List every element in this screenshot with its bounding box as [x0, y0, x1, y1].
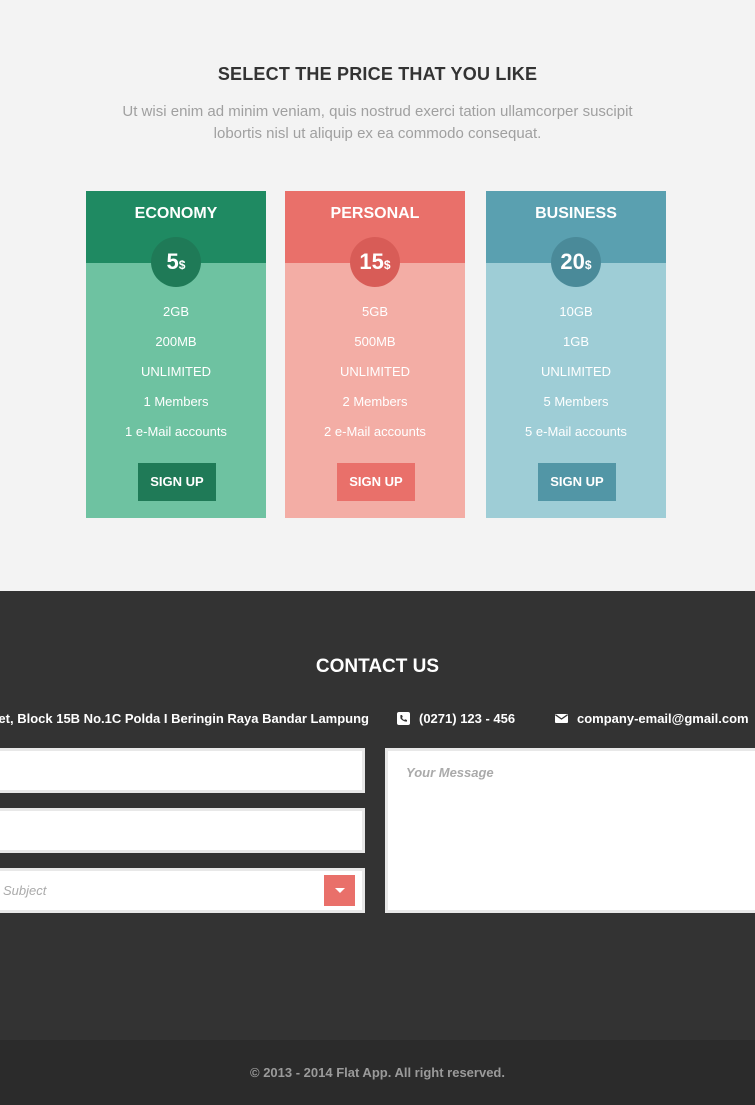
feature-item: 5GB	[361, 304, 388, 319]
feature-item: 2GB	[162, 304, 189, 319]
feature-item: 5 e-Mail accounts	[525, 424, 627, 439]
feature-item: 1 Members	[143, 394, 209, 409]
feature-item: 1GB	[562, 334, 589, 349]
plan-name: PERSONAL	[330, 205, 420, 222]
price-badge: 20$	[551, 237, 601, 287]
contact-title: CONTACT US	[315, 656, 440, 677]
contact-info: et, Block 15B No.1C Polda I Beringin Ray…	[0, 711, 755, 731]
contact-phone: (0271) 123 - 456	[419, 711, 516, 726]
name-input[interactable]	[0, 751, 362, 790]
signup-button-personal[interactable]: SIGN UP	[337, 463, 415, 501]
subject-input[interactable]	[0, 871, 362, 910]
price-amount: 15	[359, 249, 384, 274]
price-badge: 15$	[350, 237, 400, 287]
pricing-section: SELECT THE PRICE THAT YOU LIKE Ut wisi e…	[0, 0, 755, 591]
feature-item: UNLIMITED	[140, 364, 212, 379]
signup-button-economy[interactable]: SIGN UP	[138, 463, 216, 501]
contact-email-wrap: company-email@gmail.com	[555, 711, 749, 726]
subject-select[interactable]	[0, 868, 365, 913]
feature-item: 1 e-Mail accounts	[125, 424, 227, 439]
plan-card-personal: PERSONAL 15$ 5GB 500MB UNLIMITED 2 Membe…	[285, 191, 465, 518]
price-currency: $	[383, 258, 391, 272]
feature-item: 10GB	[559, 304, 593, 319]
copyright-text: © 2013 - 2014 Flat App. All right reserv…	[250, 1065, 505, 1080]
pricing-subtitle: Ut wisi enim ad minim veniam, quis nostr…	[122, 103, 633, 142]
feature-list: 10GB 1GB UNLIMITED 5 Members 5 e-Mail ac…	[486, 298, 666, 448]
contact-email: company-email@gmail.com	[577, 711, 749, 726]
plan-card-business: BUSINESS 20$ 10GB 1GB UNLIMITED 5 Member…	[486, 191, 666, 518]
contact-section: CONTACT US et, Block 15B No.1C Polda I B…	[0, 591, 755, 1040]
message-textarea[interactable]	[388, 751, 755, 910]
signup-button-business[interactable]: SIGN UP	[538, 463, 616, 501]
feature-item: UNLIMITED	[339, 364, 411, 379]
contact-address: et, Block 15B No.1C Polda I Beringin Ray…	[0, 711, 369, 726]
caret-down-icon	[335, 888, 345, 893]
feature-list: 2GB 200MB UNLIMITED 1 Members 1 e-Mail a…	[86, 298, 266, 448]
envelope-icon	[555, 714, 568, 723]
price-badge: 5$	[151, 237, 201, 287]
price-amount: 20	[560, 249, 585, 274]
message-field[interactable]	[385, 748, 755, 913]
price-currency: $	[584, 258, 592, 272]
plan-card-economy: ECONOMY 5$ 2GB 200MB UNLIMITED 1 Members…	[86, 191, 266, 518]
email-input[interactable]	[0, 811, 362, 850]
feature-item: UNLIMITED	[540, 364, 612, 379]
feature-item: 500MB	[354, 334, 396, 349]
dropdown-toggle-button[interactable]	[324, 875, 355, 906]
plan-name: ECONOMY	[134, 205, 218, 222]
phone-icon	[397, 712, 410, 725]
feature-item: 5 Members	[543, 394, 609, 409]
feature-item: 2 Members	[342, 394, 408, 409]
feature-list: 5GB 500MB UNLIMITED 2 Members 2 e-Mail a…	[285, 298, 465, 448]
plan-name: BUSINESS	[535, 205, 617, 222]
feature-item: 200MB	[155, 334, 197, 349]
name-field[interactable]	[0, 748, 365, 793]
feature-item: 2 e-Mail accounts	[324, 424, 426, 439]
contact-phone-wrap: (0271) 123 - 456	[397, 711, 515, 726]
price-currency: $	[178, 258, 186, 272]
email-field[interactable]	[0, 808, 365, 853]
footer: © 2013 - 2014 Flat App. All right reserv…	[0, 1040, 755, 1105]
price-amount: 5	[166, 249, 179, 274]
pricing-title: SELECT THE PRICE THAT YOU LIKE	[217, 64, 538, 84]
